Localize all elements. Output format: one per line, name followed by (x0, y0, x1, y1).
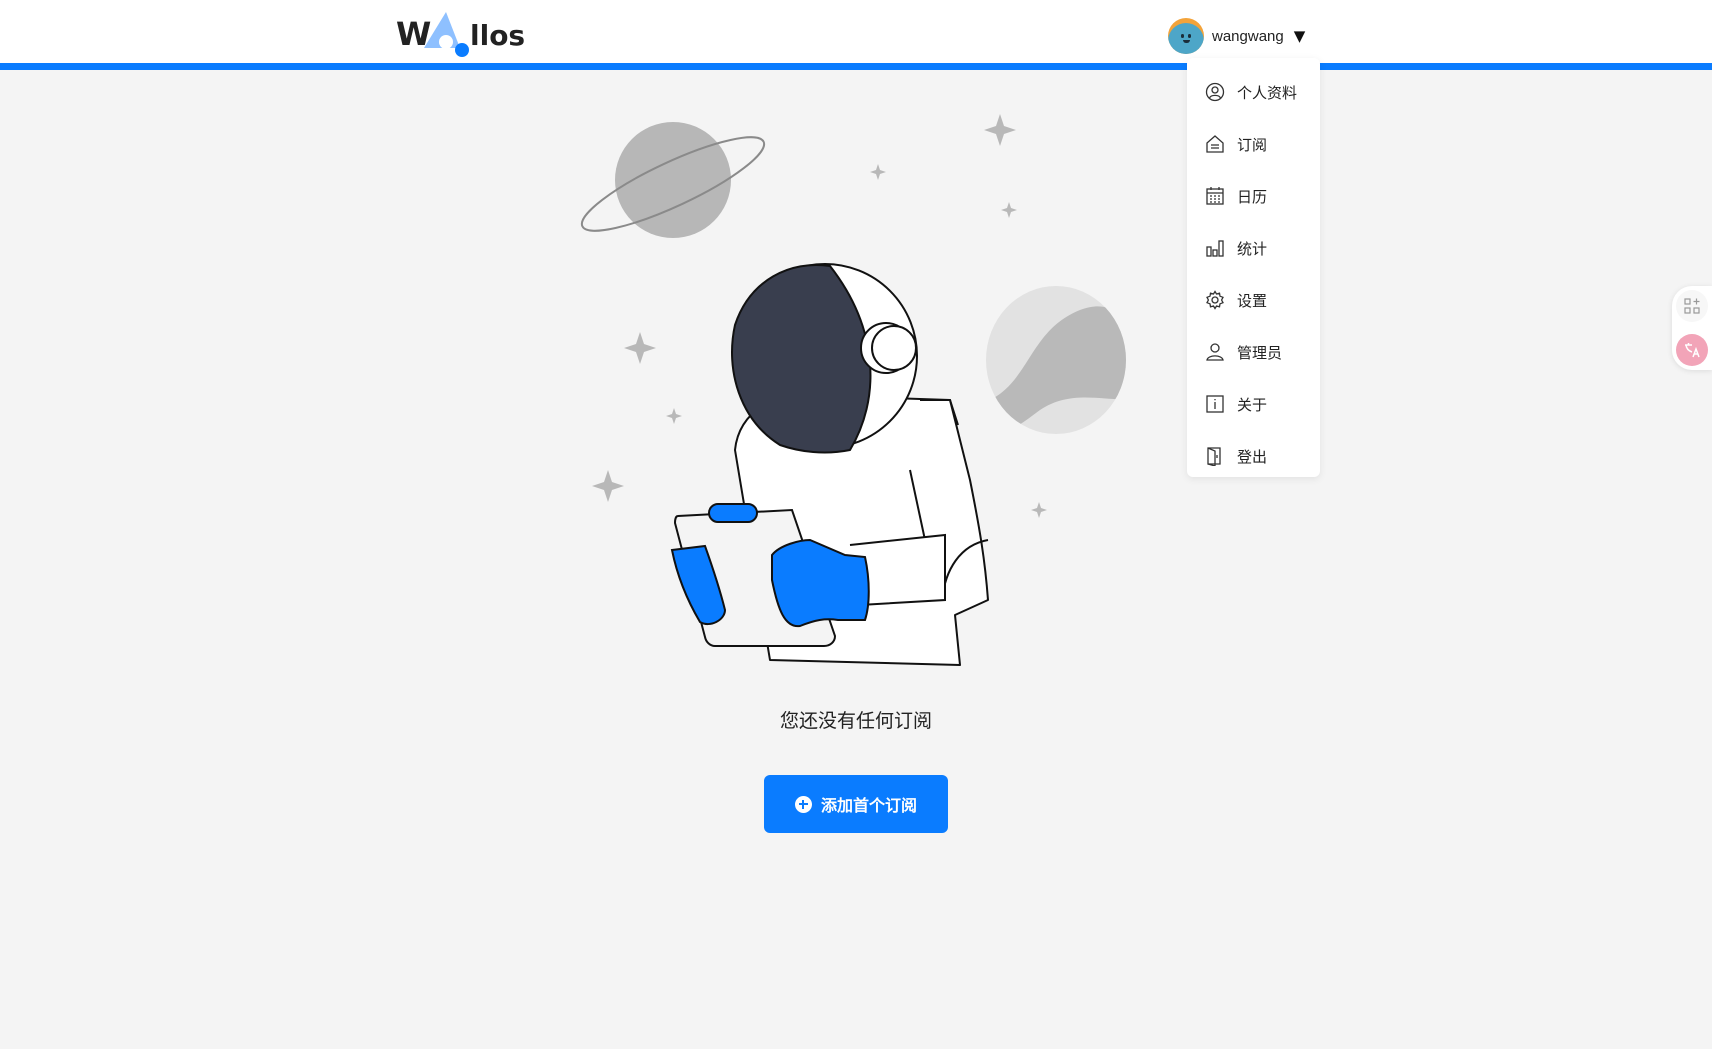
user-menu-trigger[interactable]: wangwang ▼ (1168, 17, 1305, 55)
menu-item-admin[interactable]: 管理员 (1187, 326, 1320, 378)
home-icon (1205, 134, 1225, 154)
calendar-icon (1205, 186, 1225, 206)
menu-item-label: 管理员 (1237, 343, 1283, 362)
menu-item-subscriptions[interactable]: 订阅 (1187, 118, 1320, 170)
astronaut-illustration (560, 100, 1140, 670)
info-icon (1205, 394, 1225, 414)
menu-item-label: 统计 (1237, 239, 1268, 258)
bar-chart-icon (1205, 238, 1225, 258)
menu-item-about[interactable]: 关于 (1187, 378, 1320, 430)
gear-icon (1205, 290, 1225, 310)
menu-item-profile[interactable]: 个人资料 (1187, 66, 1320, 118)
user-circle-icon (1205, 82, 1225, 102)
menu-item-label: 关于 (1237, 395, 1268, 414)
menu-item-logout[interactable]: 登出 (1187, 430, 1320, 482)
user-dropdown-menu: 个人资料 订阅 日历 统计 设置 管理员 关于 登出 (1187, 58, 1320, 477)
translate-icon[interactable] (1676, 334, 1708, 366)
wallos-logo[interactable]: W llos (396, 10, 526, 58)
caret-down-icon: ▼ (1293, 27, 1306, 45)
menu-item-statistics[interactable]: 统计 (1187, 222, 1320, 274)
menu-item-label: 日历 (1237, 187, 1268, 206)
menu-item-label: 设置 (1237, 291, 1268, 310)
plus-circle-icon (794, 795, 812, 813)
app-header: W llos wangwang ▼ (0, 0, 1712, 70)
add-button-label: 添加首个订阅 (820, 798, 917, 815)
logo-text-right: llos (470, 19, 525, 52)
apps-grid-icon[interactable] (1676, 290, 1708, 322)
empty-state-message: 您还没有任何订阅 (779, 710, 932, 732)
floating-side-toolbar (1672, 286, 1712, 370)
add-first-subscription-button[interactable]: 添加首个订阅 (764, 775, 948, 833)
menu-item-label: 个人资料 (1237, 83, 1298, 102)
menu-item-settings[interactable]: 设置 (1187, 274, 1320, 326)
menu-item-label: 订阅 (1237, 135, 1268, 154)
avatar (1168, 18, 1204, 54)
admin-user-icon (1205, 342, 1225, 362)
menu-item-calendar[interactable]: 日历 (1187, 170, 1320, 222)
menu-item-label: 登出 (1237, 447, 1268, 466)
logout-icon (1205, 446, 1225, 466)
username: wangwang (1212, 27, 1284, 45)
